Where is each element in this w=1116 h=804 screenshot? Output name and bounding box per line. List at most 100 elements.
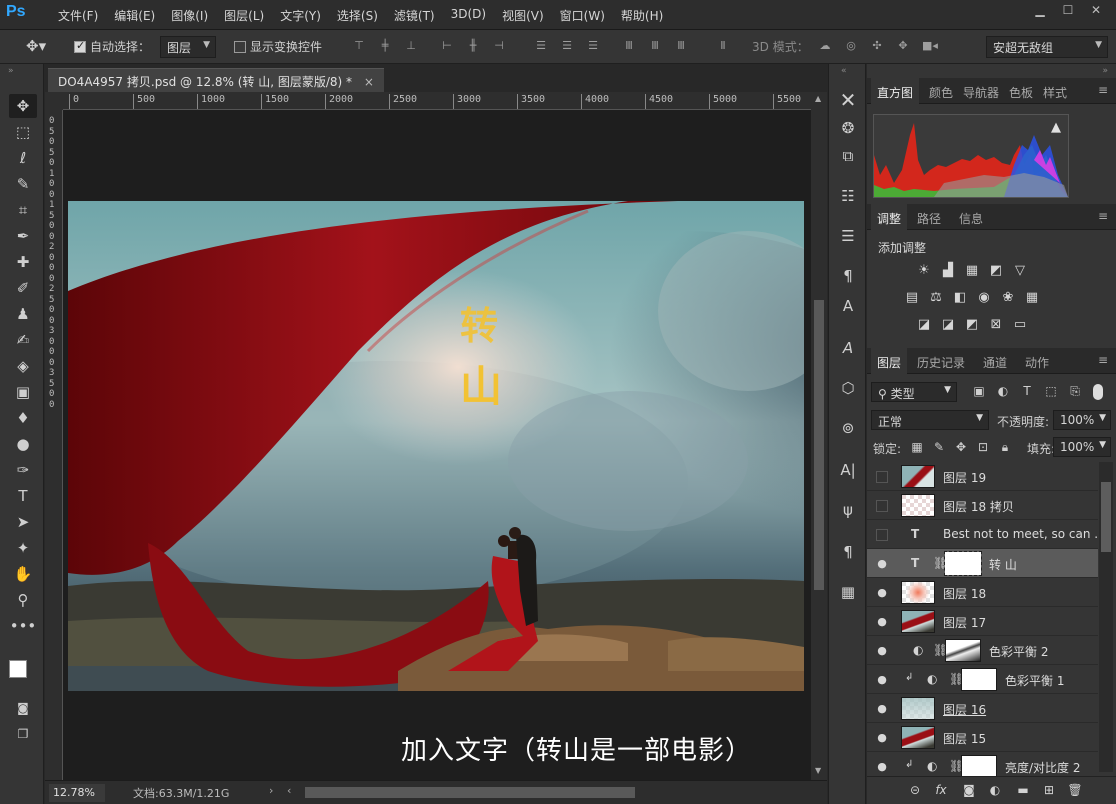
tab-actions[interactable]: 动作 [1019, 348, 1055, 374]
brush-presets-icon[interactable]: ☰ [836, 224, 860, 248]
layer-row[interactable]: ● ↲ ◐ ⛓ 色彩平衡 1 [867, 665, 1098, 694]
collapse-icon[interactable]: « [841, 66, 847, 76]
filter-adjustment-icon[interactable]: ◐ [995, 384, 1011, 400]
brush-tool-icon[interactable]: ✐ [9, 276, 37, 300]
distribute-top-icon[interactable]: ☰ [534, 39, 548, 53]
scroll-up-icon[interactable]: ▲ [815, 94, 821, 103]
quick-mask-icon[interactable]: ◙ [9, 696, 37, 720]
tab-channels[interactable]: 通道 [977, 348, 1013, 374]
black-white-icon[interactable]: ◧ [951, 289, 969, 307]
menu-window[interactable]: 窗口(W) [552, 7, 613, 24]
menu-file[interactable]: 文件(F) [50, 7, 106, 24]
collapse-icon[interactable]: » [1102, 66, 1108, 76]
marquee-tool-icon[interactable]: ⬚ [9, 120, 37, 144]
distribute-hcenter-icon[interactable]: Ⅲ [648, 39, 662, 53]
3d-scale-icon[interactable]: ■◂ [922, 39, 938, 53]
photo-filter-icon[interactable]: ◉ [975, 289, 993, 307]
ruler-top[interactable]: 0 500 1000 1500 2000 2500 3000 3500 4000… [63, 92, 811, 110]
lock-transparent-icon[interactable]: ▦ [909, 440, 925, 456]
filter-shape-icon[interactable]: ⬚ [1043, 384, 1059, 400]
zoom-tool-icon[interactable]: ⚲ [9, 588, 37, 612]
tab-histogram[interactable]: 直方图 [871, 78, 920, 104]
layer-mask-thumbnail[interactable] [945, 639, 981, 662]
dodge-tool-icon[interactable]: ● [9, 432, 37, 456]
tab-color[interactable]: 颜色 [923, 78, 959, 104]
layers-scrollbar[interactable] [1099, 462, 1113, 772]
close-tab-icon[interactable]: × [364, 75, 374, 89]
layer-name[interactable]: 转 山 [989, 556, 1017, 573]
tab-info[interactable]: 信息 [953, 204, 989, 230]
tab-navigator[interactable]: 导航器 [957, 78, 1005, 104]
move-tool-icon[interactable]: ✥ [9, 94, 37, 118]
type-tool-icon[interactable]: T [9, 484, 37, 508]
quick-select-tool-icon[interactable]: ✎ [9, 172, 37, 196]
layer-row[interactable]: ● 图层 15 [867, 723, 1098, 752]
vertical-scroll-thumb[interactable] [814, 300, 824, 590]
eye-icon[interactable]: ● [875, 557, 889, 571]
layer-mask-thumbnail[interactable] [961, 668, 997, 691]
trash-icon[interactable]: 🗑︎ [1067, 783, 1083, 799]
tab-swatches[interactable]: 色板 [1003, 78, 1039, 104]
layer-name[interactable]: 色彩平衡 1 [1005, 672, 1064, 689]
vertical-scrollbar[interactable]: ▲ ▼ [811, 92, 827, 780]
crop-tool-icon[interactable]: ⌗ [9, 198, 37, 222]
pen-tool-icon[interactable]: ✑ [9, 458, 37, 482]
blur-tool-icon[interactable]: ♦ [9, 406, 37, 430]
layer-row[interactable]: ● 图层 18 [867, 578, 1098, 607]
exposure-icon[interactable]: ◩ [987, 262, 1005, 280]
threshold-icon[interactable]: ◩ [963, 316, 981, 334]
move-tool-icon[interactable]: ✥▾ [26, 37, 46, 55]
new-layer-icon[interactable]: ⊞ [1041, 783, 1057, 799]
filter-toggle[interactable] [1093, 384, 1103, 400]
layer-row[interactable]: 图层 19 [867, 462, 1098, 491]
maximize-button[interactable]: ☐ [1054, 2, 1082, 20]
eye-icon[interactable]: ● [875, 702, 889, 716]
screen-mode-icon[interactable]: ❐ [9, 722, 37, 746]
hue-saturation-icon[interactable]: ▤ [903, 289, 921, 307]
more-tools-icon[interactable]: ••• [9, 614, 37, 638]
character-styles-icon[interactable]: ¶ [836, 264, 860, 288]
menu-image[interactable]: 图像(I) [163, 7, 216, 24]
lock-pixels-icon[interactable]: ✎ [931, 440, 947, 456]
blend-mode-dropdown[interactable]: 正常 ▼ [871, 410, 989, 430]
visibility-toggle[interactable] [876, 471, 888, 483]
align-bottom-icon[interactable]: ⊥ [404, 39, 418, 53]
layer-row[interactable]: ● 图层 17 [867, 607, 1098, 636]
layers-scroll-thumb[interactable] [1101, 482, 1111, 552]
foreground-color-swatch[interactable] [9, 660, 27, 678]
canvas-area[interactable]: 转 山 加入文字（转山是一部电影） [63, 110, 811, 780]
filter-type-icon[interactable]: T [1019, 384, 1035, 400]
align-right-icon[interactable]: ⊣ [492, 39, 506, 53]
horizontal-scroll-thumb[interactable] [305, 787, 635, 798]
brush-settings-icon[interactable]: ❂ [836, 116, 860, 140]
filter-smart-icon[interactable]: ⎘ [1067, 384, 1083, 400]
tool-presets-icon[interactable]: ✕ [836, 88, 860, 112]
character-icon[interactable]: A [836, 336, 860, 360]
layer-name[interactable]: 图层 19 [943, 469, 986, 486]
layer-row[interactable]: ● 图层 16 [867, 694, 1098, 723]
posterize-icon[interactable]: ◪ [939, 316, 957, 334]
shape-tool-icon[interactable]: ✦ [9, 536, 37, 560]
distribute-bottom-icon[interactable]: ☰ [586, 39, 600, 53]
info-menu-arrow-icon[interactable]: › [269, 784, 273, 797]
color-lookup-icon[interactable]: ▦ [1023, 289, 1041, 307]
menu-type[interactable]: 文字(Y) [272, 7, 329, 24]
distribute-left-icon[interactable]: Ⅲ [622, 39, 636, 53]
distribute-right-icon[interactable]: Ⅲ [674, 39, 688, 53]
layer-style-icon[interactable]: fx [933, 783, 949, 799]
align-left-icon[interactable]: ⊢ [440, 39, 454, 53]
eye-icon[interactable]: ● [875, 673, 889, 687]
tab-adjustments[interactable]: 调整 [871, 204, 908, 230]
eyedropper-tool-icon[interactable]: ✒ [9, 224, 37, 248]
brightness-icon[interactable]: ☀ [915, 262, 933, 280]
3d-roll-icon[interactable]: ◎ [844, 39, 858, 53]
3d-orbit-icon[interactable]: ☁ [818, 39, 832, 53]
layer-name[interactable]: 色彩平衡 2 [989, 643, 1048, 660]
layer-filter-dropdown[interactable]: ⚲ 类型 ▼ [871, 382, 957, 402]
tab-paths[interactable]: 路径 [911, 204, 947, 230]
menu-filter[interactable]: 滤镜(T) [386, 7, 443, 24]
link-layers-icon[interactable]: ⊝ [907, 783, 923, 799]
document-tab[interactable]: DO4A4957 拷贝.psd @ 12.8% (转 山, 图层蒙版/8) * … [48, 68, 384, 92]
close-button[interactable]: ✕ [1082, 2, 1110, 20]
3d-icon[interactable]: ⬡ [836, 376, 860, 400]
